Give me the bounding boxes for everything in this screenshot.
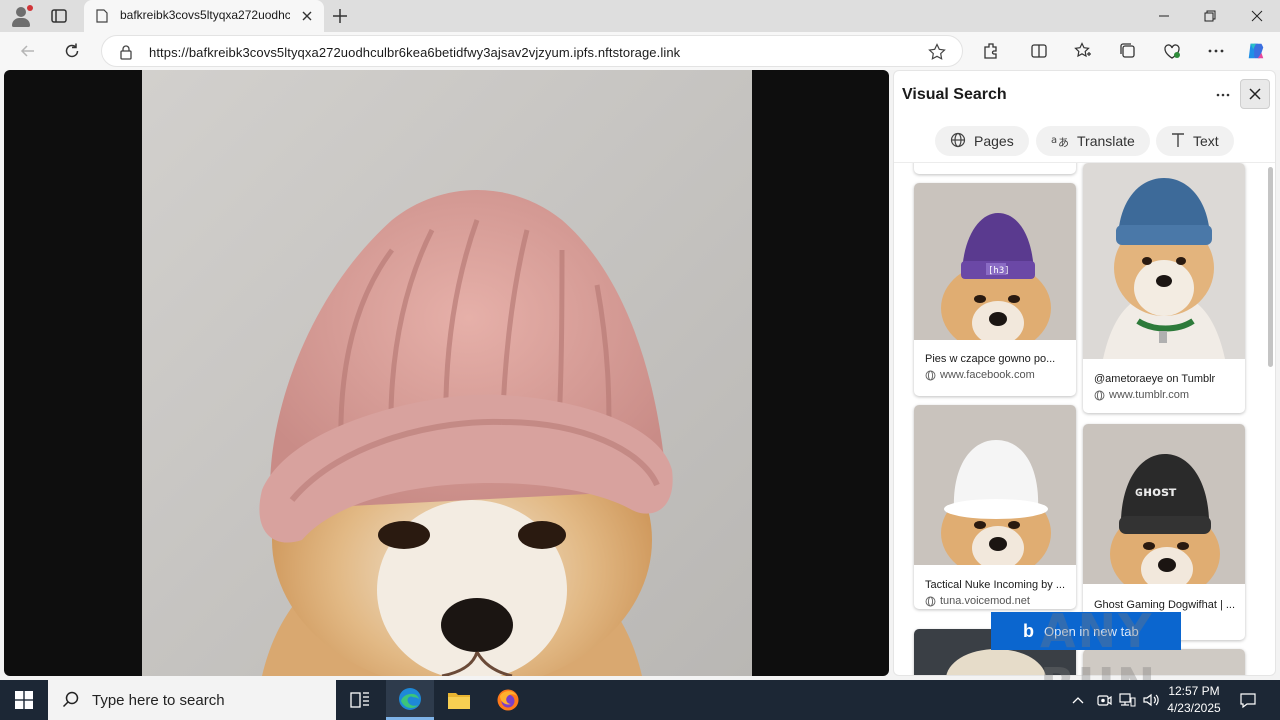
chip-text[interactable]: Text (1156, 126, 1234, 156)
page-viewport (4, 70, 889, 676)
result-thumbnail: [h3] (914, 183, 1076, 340)
file-explorer-icon[interactable] (435, 680, 483, 720)
result-thumbnail: ɢʜᴏꜱᴛ (1083, 424, 1245, 584)
svg-text:あ: あ (1058, 136, 1069, 148)
lock-icon[interactable] (119, 44, 133, 65)
edge-taskbar-icon[interactable] (386, 680, 434, 720)
extensions-icon[interactable] (981, 41, 1001, 61)
svg-text:ɢʜᴏꜱᴛ: ɢʜᴏꜱᴛ (1135, 485, 1177, 500)
globe-icon (950, 132, 966, 151)
result-thumbnail (1083, 163, 1245, 359)
result-card[interactable] (914, 163, 1076, 174)
page-icon (96, 9, 108, 28)
chip-label: Translate (1077, 133, 1135, 149)
chip-translate[interactable]: aあ Translate (1036, 126, 1150, 156)
clock-time: 12:57 PM (1168, 684, 1220, 698)
visual-search-panel: Visual Search Pages aあ Translate Text [h… (893, 70, 1276, 676)
notification-dot (27, 5, 33, 11)
dog-with-hat-image (142, 70, 752, 676)
result-caption[interactable]: Pies w czapce gowno po... (925, 353, 1067, 365)
favorite-star-icon[interactable] (928, 43, 946, 66)
panel-title: Visual Search (902, 86, 1007, 103)
bing-icon: b (1023, 620, 1034, 641)
result-source-text: www.tumblr.com (1109, 389, 1190, 401)
more-options-icon[interactable] (1212, 84, 1234, 106)
result-card[interactable]: @ametoraeye on Tumblr www.tumblr.com (1083, 163, 1245, 413)
results-grid: [h3] Pies w czapce gowno po... www.faceb… (894, 163, 1275, 675)
search-mode-chips: Pages aあ Translate Text (894, 119, 1275, 163)
minimize-button[interactable] (1141, 0, 1187, 32)
navigation-toolbar: https://bafkreibk3covs5ltyqxa272uodhculb… (0, 32, 1280, 70)
close-window-button[interactable] (1234, 0, 1280, 32)
chip-label: Text (1193, 133, 1219, 149)
taskbar-clock[interactable]: 12:57 PM 4/23/2025 (1162, 683, 1226, 717)
favorites-icon[interactable] (1073, 41, 1093, 61)
translate-icon: aあ (1051, 132, 1069, 151)
panel-scrollbar[interactable] (1268, 167, 1273, 367)
globe-icon (925, 596, 936, 606)
chip-pages[interactable]: Pages (935, 126, 1029, 156)
chip-label: Pages (974, 133, 1014, 149)
result-card[interactable]: Tactical Nuke Incoming by ... tuna.voice… (914, 405, 1076, 609)
restore-button[interactable] (1187, 0, 1233, 32)
back-button[interactable] (18, 41, 38, 61)
globe-icon (1094, 390, 1105, 400)
result-source-text: www.facebook.com (940, 369, 1035, 381)
tab-strip: bafkreibk3covs5ltyqxa272uodhcu (0, 0, 1280, 32)
search-placeholder: Type here to search (92, 691, 225, 709)
start-button[interactable] (0, 680, 48, 720)
tab-actions-icon[interactable] (50, 7, 68, 25)
text-icon (1171, 132, 1185, 151)
windows-icon (15, 691, 33, 709)
notification-center-icon[interactable] (1236, 680, 1260, 720)
profile-avatar[interactable] (10, 5, 33, 27)
meet-now-icon[interactable] (1094, 680, 1114, 720)
firefox-icon[interactable] (484, 680, 532, 720)
settings-more-icon[interactable] (1206, 41, 1226, 61)
url-text[interactable]: https://bafkreibk3covs5ltyqxa272uodhculb… (149, 45, 680, 60)
tray-overflow-icon[interactable] (1068, 680, 1088, 720)
tab-title: bafkreibk3covs5ltyqxa272uodhcu (120, 8, 290, 22)
network-icon[interactable] (1116, 680, 1138, 720)
close-tab-icon[interactable] (300, 9, 314, 28)
browser-essentials-icon[interactable] (1162, 41, 1182, 61)
search-icon (62, 691, 79, 708)
refresh-button[interactable] (62, 41, 82, 61)
address-bar[interactable]: https://bafkreibk3covs5ltyqxa272uodhculb… (101, 35, 963, 67)
new-tab-button[interactable] (331, 7, 349, 30)
globe-icon (925, 370, 936, 380)
split-screen-icon[interactable] (1029, 41, 1049, 61)
result-source[interactable]: www.tumblr.com (1094, 389, 1189, 401)
result-caption[interactable]: @ametoraeye on Tumblr (1094, 373, 1236, 385)
copilot-icon[interactable] (1246, 41, 1266, 61)
collections-icon[interactable] (1118, 41, 1138, 61)
taskbar: Type here to search 12:57 PM 4/23/2025 (0, 680, 1280, 720)
svg-text:a: a (1051, 135, 1057, 146)
task-view-icon[interactable] (336, 680, 384, 720)
browser-tab[interactable]: bafkreibk3covs5ltyqxa272uodhcu (84, 0, 324, 32)
result-source[interactable]: tuna.voicemod.net (925, 595, 1030, 607)
result-thumbnail (914, 405, 1076, 565)
volume-icon[interactable] (1140, 680, 1162, 720)
result-card[interactable]: [h3] Pies w czapce gowno po... www.faceb… (914, 183, 1076, 396)
result-source-text: tuna.voicemod.net (940, 595, 1030, 607)
svg-text:[h3]: [h3] (988, 266, 1010, 276)
result-caption[interactable]: Tactical Nuke Incoming by ... (925, 579, 1067, 591)
taskbar-search[interactable]: Type here to search (48, 680, 336, 720)
clock-date: 4/23/2025 (1167, 701, 1221, 715)
close-panel-button[interactable] (1240, 79, 1270, 109)
result-source[interactable]: www.facebook.com (925, 369, 1035, 381)
